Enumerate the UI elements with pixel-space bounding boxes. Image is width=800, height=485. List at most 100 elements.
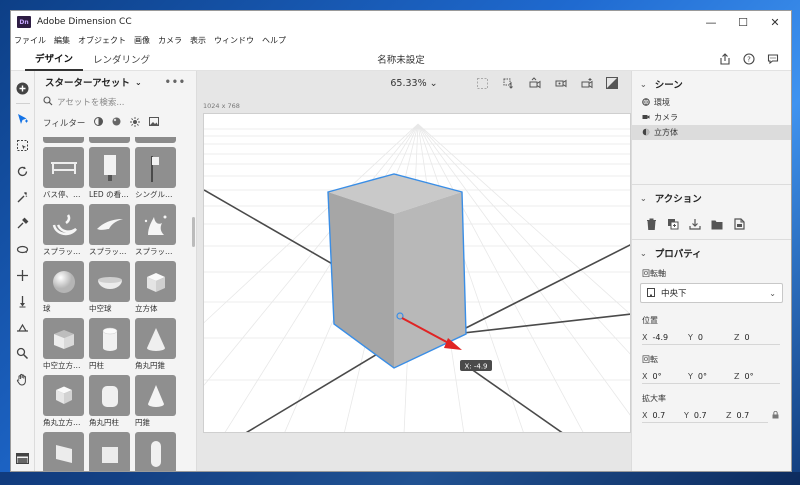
chevron-down-icon: ⌄ [640, 193, 647, 203]
asset-tile[interactable]: スプラッ… [135, 204, 176, 257]
properties-title: プロパティ [654, 249, 702, 260]
asset-tile[interactable]: シングル… [135, 147, 176, 200]
position-x-field[interactable]: X -4.9 [642, 331, 688, 345]
camera-bookmark-icon[interactable] [521, 74, 547, 92]
image-filter-icon[interactable] [149, 117, 160, 129]
menu-image[interactable]: 画像 [134, 35, 150, 46]
tab-render[interactable]: レンダリング [83, 47, 160, 71]
asset-tile[interactable]: 立方体 [135, 261, 176, 314]
horizon-icon[interactable] [13, 317, 33, 337]
lock-icon[interactable] [772, 410, 779, 421]
duplicate-icon[interactable] [662, 215, 684, 233]
group-icon[interactable] [706, 215, 728, 233]
menu-help[interactable]: ヘルプ [262, 35, 286, 46]
asset-label: スプラッ… [89, 247, 127, 256]
dolly-icon[interactable] [13, 291, 33, 311]
position-y-field[interactable]: Y0 [688, 331, 734, 345]
scene-item-cube[interactable]: 立方体 [632, 125, 791, 140]
scale-x-field[interactable]: X 0.7 [642, 409, 684, 423]
scale-z-field[interactable]: Z 0.7 [726, 409, 768, 423]
chevron-down-icon[interactable]: ⌄ [135, 78, 142, 87]
place-image-icon[interactable] [728, 215, 750, 233]
eyedropper-icon[interactable] [13, 213, 33, 233]
rotation-z-field[interactable]: Z 0° [734, 370, 780, 384]
orbit-camera-icon[interactable] [13, 161, 33, 181]
asset-tile[interactable] [89, 432, 130, 471]
pan-icon[interactable] [13, 265, 33, 285]
drop-to-ground-icon[interactable] [495, 74, 521, 92]
feedback-icon[interactable] [761, 50, 785, 68]
add-content-icon[interactable] [13, 78, 33, 98]
scene-section-header[interactable]: ⌄ シーン [632, 73, 791, 95]
scale-y-field[interactable]: Y 0.7 [684, 409, 726, 423]
render-preview-icon[interactable] [599, 74, 625, 92]
menu-window[interactable]: ウィンドウ [214, 35, 254, 46]
menu-view[interactable]: 表示 [190, 35, 206, 46]
close-button[interactable]: ✕ [759, 11, 791, 33]
rotation-y-field[interactable]: Y 0° [688, 370, 734, 384]
maximize-button[interactable]: ☐ [727, 11, 759, 33]
position-label: 位置 [642, 316, 658, 325]
asset-label: スプラッ… [43, 247, 81, 256]
asset-search[interactable]: アセットを検索... [43, 93, 188, 111]
more-options-icon[interactable]: ••• [165, 77, 186, 88]
search-input[interactable]: アセットを検索... [57, 96, 124, 108]
tab-design[interactable]: デザイン [25, 47, 84, 71]
camera-add-icon[interactable] [573, 74, 599, 92]
asset-tile[interactable]: 中空球 [89, 261, 130, 314]
asset-tile[interactable]: 角丸立方… [43, 375, 84, 428]
asset-tile[interactable]: バス停、… [43, 147, 84, 200]
asset-tile[interactable]: 円錐 [135, 375, 176, 428]
asset-tile[interactable] [135, 432, 176, 471]
export-icon[interactable] [684, 215, 706, 233]
delete-icon[interactable] [640, 215, 662, 233]
assets-scrollbar[interactable] [192, 217, 195, 247]
share-icon[interactable] [713, 50, 737, 68]
asset-label: 角丸立方… [43, 418, 81, 427]
asset-tile[interactable]: 球 [43, 261, 84, 314]
hand-icon[interactable] [13, 369, 33, 389]
asset-tile[interactable]: LED の看… [89, 147, 130, 200]
menu-file[interactable]: ファイル [14, 35, 46, 46]
asset-tile[interactable]: 角丸円錐 [135, 318, 176, 371]
menu-camera[interactable]: カメラ [158, 35, 182, 46]
magic-wand-icon[interactable] [13, 187, 33, 207]
splash-icon [43, 204, 84, 245]
material-filter-icon[interactable] [112, 117, 121, 129]
axis-readout: X: -4.9 [460, 360, 492, 371]
asset-tile[interactable]: 角丸円柱 [89, 375, 130, 428]
section-divider [632, 239, 791, 240]
asset-tile[interactable]: 円柱 [89, 318, 130, 371]
asset-tile[interactable]: スプラッ… [43, 204, 84, 257]
asset-tile[interactable] [43, 432, 84, 471]
frame-icon[interactable] [469, 74, 495, 92]
tumble-icon[interactable] [13, 239, 33, 259]
position-z-field[interactable]: Z0 [734, 331, 780, 345]
model-filter-icon[interactable] [94, 117, 104, 129]
assets-title[interactable]: スターターアセット [45, 75, 130, 89]
menu-bar: ファイル 編集 オブジェクト 画像 カメラ 表示 ウィンドウ ヘルプ [11, 33, 791, 47]
rotation-x-field[interactable]: X 0° [642, 370, 688, 384]
select-tool-icon[interactable] [13, 109, 33, 129]
marquee-select-icon[interactable] [13, 135, 33, 155]
minimize-button[interactable]: — [695, 11, 727, 33]
light-filter-icon[interactable] [130, 116, 141, 130]
asset-tile[interactable]: スプラッ… [89, 204, 130, 257]
panel-toggle-icon[interactable] [13, 451, 33, 465]
help-icon[interactable]: ? [737, 50, 761, 68]
cube-icon [642, 128, 654, 138]
camera-view-icon[interactable] [547, 74, 573, 92]
scene-item-camera[interactable]: カメラ [632, 110, 791, 125]
position-fields: X -4.9 Y0 Z0 [632, 330, 791, 346]
zoom-icon[interactable] [13, 343, 33, 363]
3d-canvas[interactable]: X: -4.9 [203, 113, 631, 433]
title-bar: Dn Adobe Dimension CC — ☐ ✕ [11, 11, 791, 33]
asset-tile[interactable]: 中空立方… [43, 318, 84, 371]
menu-edit[interactable]: 編集 [54, 35, 70, 46]
pivot-dropdown[interactable]: 中央下 ⌄ [640, 283, 783, 303]
scene-item-environment[interactable]: 環境 [632, 95, 791, 110]
actions-section-header[interactable]: ⌄ アクション [632, 187, 791, 209]
properties-section-header[interactable]: ⌄ プロパティ [632, 242, 791, 264]
menu-object[interactable]: オブジェクト [78, 35, 126, 46]
prism-icon [89, 432, 130, 471]
